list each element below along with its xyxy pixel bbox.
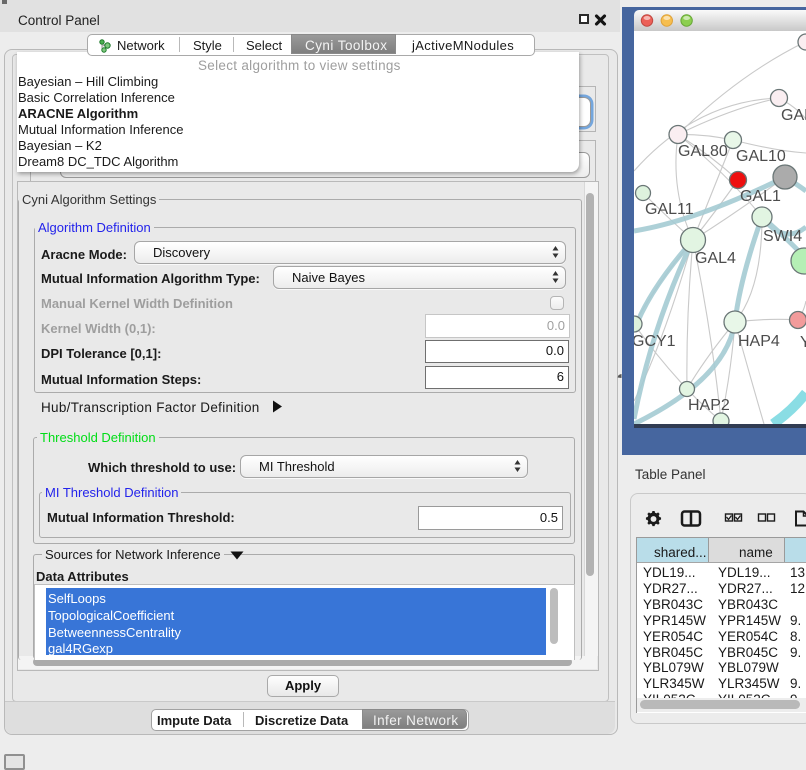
svg-text:Y: Y bbox=[800, 334, 806, 351]
svg-text:GAL80: GAL80 bbox=[678, 143, 728, 160]
svg-text:GCY1: GCY1 bbox=[634, 333, 676, 350]
svg-text:SWI4: SWI4 bbox=[763, 228, 802, 245]
svg-text:GAL1: GAL1 bbox=[740, 188, 781, 205]
svg-text:HAP4: HAP4 bbox=[738, 333, 780, 350]
svg-text:HAP2: HAP2 bbox=[688, 397, 730, 414]
svg-text:GAL10: GAL10 bbox=[736, 148, 786, 165]
svg-text:GAL4: GAL4 bbox=[695, 250, 736, 267]
svg-text:GAL11: GAL11 bbox=[645, 201, 694, 218]
svg-text:GAL: GAL bbox=[781, 107, 806, 124]
